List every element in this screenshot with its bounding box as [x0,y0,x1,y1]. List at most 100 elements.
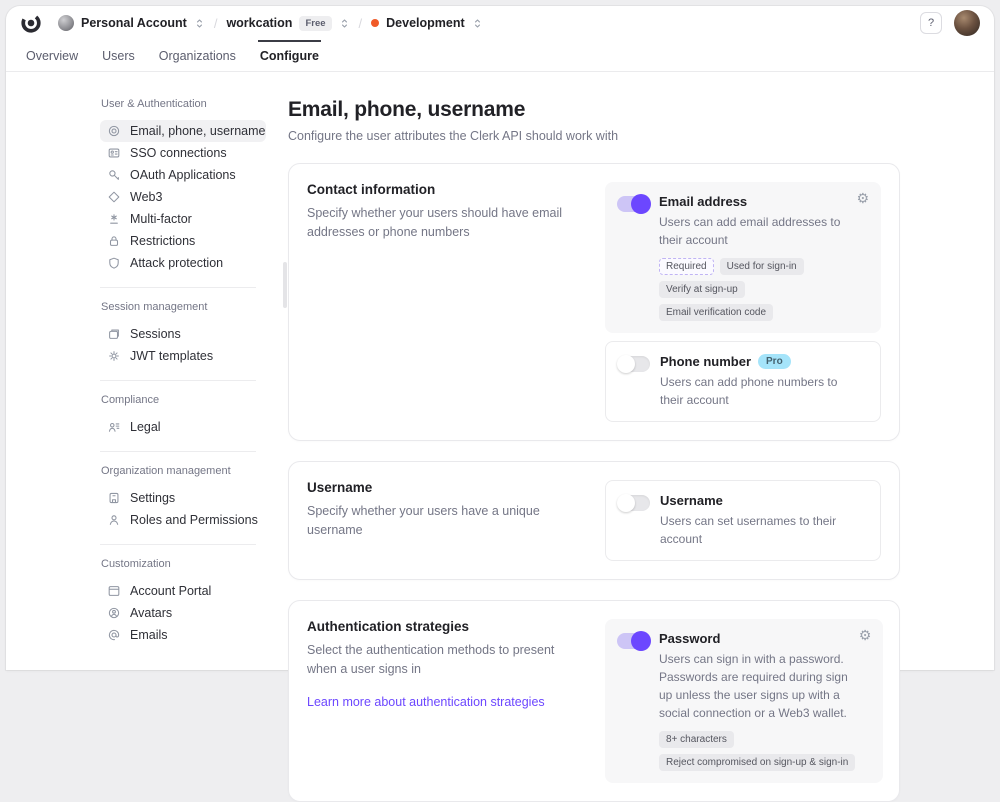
sidebar-item-label: Account Portal [130,584,211,598]
page-content: User & Authentication Email, phone, user… [6,72,994,802]
sidebar-item-sso-connections[interactable]: SSO connections [100,142,266,164]
at-icon [107,628,121,642]
sidebar-item-multi-factor[interactable]: Multi-factor [100,208,266,230]
password-toggle[interactable] [617,633,649,649]
card-title: Username [307,480,583,495]
sidebar-item-legal[interactable]: Legal [100,416,266,438]
sidebar-item-oauth-applications[interactable]: OAuth Applications [100,164,266,186]
chevron-updown-icon [472,17,483,30]
lock-icon [107,234,121,248]
user-avatar[interactable] [954,10,980,36]
characters-badge: 8+ characters [659,731,734,748]
setting-badges: Required Used for sign-in Verify at sign… [659,258,853,321]
toggle-knob [631,631,651,651]
help-icon: ? [928,17,934,29]
card-info: Authentication strategies Select the aut… [307,619,583,783]
sidebar-item-attack-protection[interactable]: Attack protection [100,252,266,274]
sidebar-item-label: Web3 [130,190,162,204]
sidebar-item-avatars[interactable]: Avatars [100,602,266,624]
sidebar-item-roles-permissions[interactable]: Roles and Permissions [100,509,266,531]
sidebar-section-title: Session management [101,301,266,313]
page-subtitle: Configure the user attributes the Clerk … [288,129,900,143]
setting-badges: 8+ characters Reject compromised on sign… [659,731,855,771]
sidebar-divider [100,380,256,381]
tab-organizations[interactable]: Organizations [147,40,248,71]
avatar-icon [107,606,121,620]
setting-content: Password Users can sign in with a passwo… [659,631,871,771]
environment-dot-icon [371,19,379,27]
phone-number-setting: Phone number Pro Users can add phone num… [605,341,881,422]
setting-content: Username Users can set usernames to thei… [660,493,868,548]
help-button[interactable]: ? [920,12,942,34]
used-for-sign-in-badge: Used for sign-in [720,258,804,275]
authentication-strategies-card: Authentication strategies Select the aut… [288,600,900,802]
sidebar-section-title: Organization management [101,465,266,477]
main-nav-tabs: Overview Users Organizations Configure [6,40,994,72]
gear-icon [107,349,121,363]
chevron-updown-icon [194,17,205,30]
account-label: Personal Account [81,16,187,30]
sidebar-section-title: User & Authentication [101,98,266,110]
chevron-updown-icon [339,17,350,30]
sidebar-item-sessions[interactable]: Sessions [100,323,266,345]
toggle-knob [631,194,651,214]
sidebar-item-email-phone-username[interactable]: Email, phone, username [100,120,266,142]
gear-icon[interactable]: ⚙ [859,629,872,643]
setting-title: Password [659,631,720,646]
shield-icon [107,256,121,270]
person-icon [107,513,121,527]
sidebar-item-label: Multi-factor [130,212,192,226]
settings-sidebar: User & Authentication Email, phone, user… [100,98,266,802]
card-controls: Email address Users can add email addres… [605,182,881,422]
card-controls: Password Users can sign in with a passwo… [605,619,883,783]
sidebar-item-account-portal[interactable]: Account Portal [100,580,266,602]
email-toggle[interactable] [617,196,649,212]
verify-at-sign-up-badge: Verify at sign-up [659,281,745,298]
card-description: Select the authentication methods to pre… [307,641,583,679]
account-avatar [58,15,74,31]
sidebar-scrollbar[interactable] [283,262,287,308]
password-setting: Password Users can sign in with a passwo… [605,619,883,783]
sidebar-item-label: Attack protection [130,256,223,270]
sidebar-section-title: Compliance [101,394,266,406]
top-header: Personal Account / workcation Free / Dev… [6,6,994,40]
sidebar-item-restrictions[interactable]: Restrictions [100,230,266,252]
sidebar-item-label: Legal [130,420,161,434]
sidebar-item-label: Avatars [130,606,172,620]
workspace-switcher[interactable]: workcation Free [226,16,349,31]
plan-badge: Free [299,16,331,31]
toggle-knob [617,494,635,512]
setting-title: Phone number [660,354,751,369]
sidebar-item-label: JWT templates [130,349,213,363]
setting-description: Users can sign in with a password. Passw… [659,650,855,722]
phone-toggle[interactable] [618,356,650,372]
fingerprint-icon [107,124,121,138]
username-card: Username Specify whether your users have… [288,461,900,580]
gear-icon[interactable]: ⚙ [856,192,869,206]
asterisk-icon [107,212,121,226]
clerk-logo-icon[interactable] [20,12,42,34]
breadcrumb-separator: / [359,16,363,31]
breadcrumb-separator: / [214,16,218,31]
sidebar-item-label: SSO connections [130,146,227,160]
email-address-setting: Email address Users can add email addres… [605,182,881,333]
tab-overview[interactable]: Overview [14,40,90,71]
header-actions: ? [920,10,980,36]
key-icon [107,168,121,182]
account-switcher[interactable]: Personal Account [58,15,205,31]
sidebar-item-web3[interactable]: Web3 [100,186,266,208]
sidebar-item-label: Roles and Permissions [130,513,258,527]
setting-title: Username [660,493,723,508]
sidebar-item-jwt-templates[interactable]: JWT templates [100,345,266,367]
pro-badge: Pro [758,354,791,369]
learn-more-link[interactable]: Learn more about authentication strategi… [307,695,545,709]
diamond-icon [107,190,121,204]
sidebar-item-org-settings[interactable]: Settings [100,487,266,509]
sidebar-item-label: Sessions [130,327,181,341]
username-toggle[interactable] [618,495,650,511]
card-controls: Username Users can set usernames to thei… [605,480,881,561]
tab-users[interactable]: Users [90,40,147,71]
tab-configure[interactable]: Configure [248,40,331,71]
environment-switcher[interactable]: Development [371,16,483,30]
sidebar-item-emails[interactable]: Emails [100,624,266,646]
